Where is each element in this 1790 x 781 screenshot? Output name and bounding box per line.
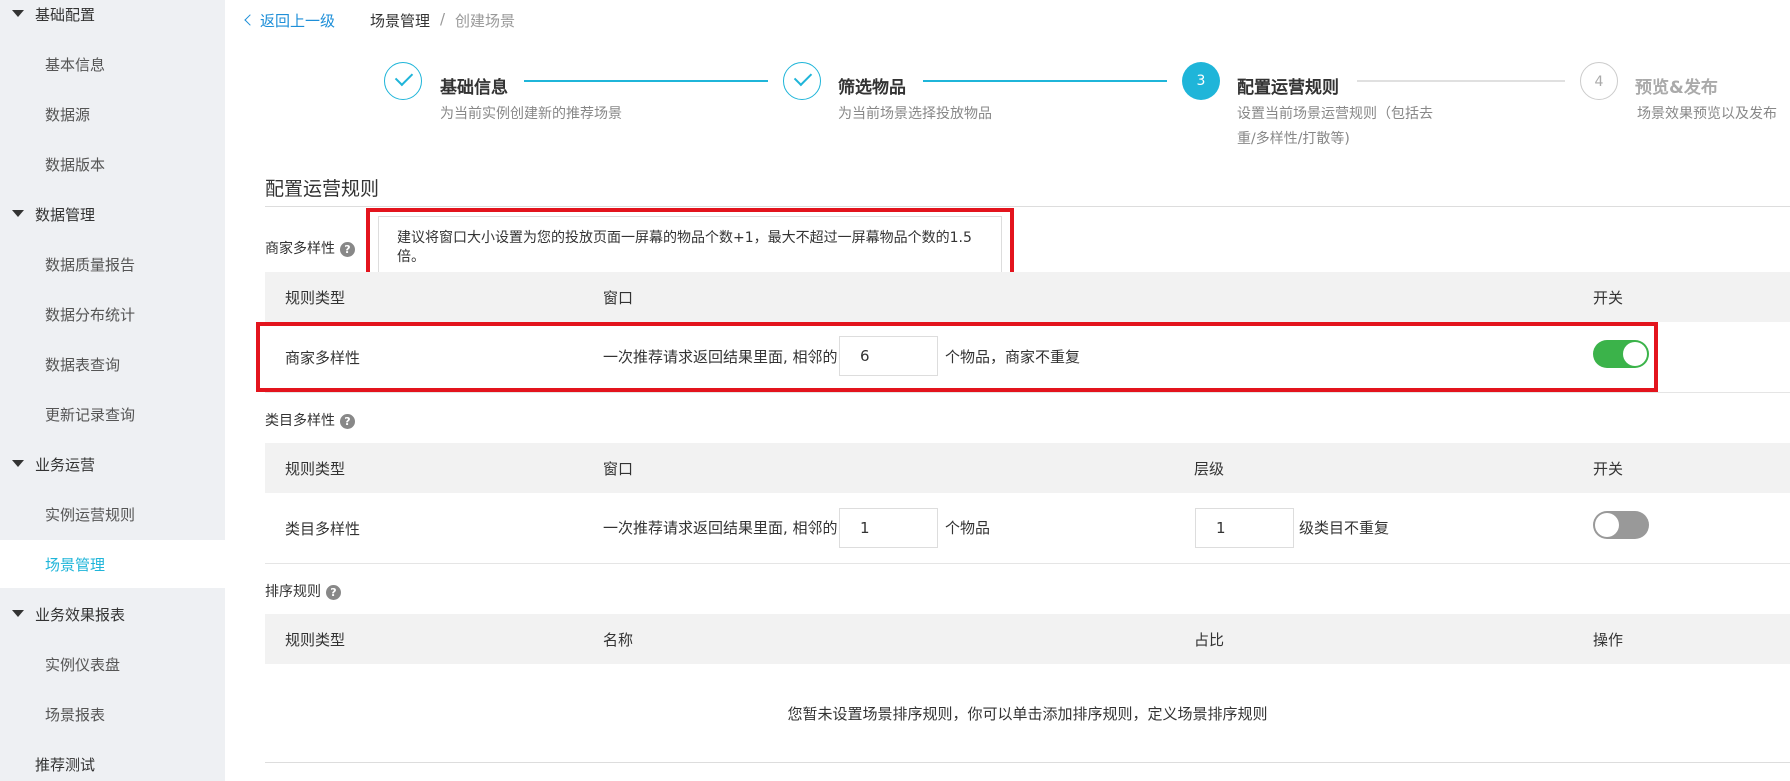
sidebar-group-effect-reports[interactable]: 业务效果报表 [0,600,225,630]
sidebar-item-data-quality[interactable]: 数据质量报告 [0,242,225,286]
column-header-level: 层级 [1194,460,1225,478]
step-3-desc-line1: 设置当前场景运营规则（包括去 [1237,106,1433,122]
category-window-input[interactable] [839,508,938,548]
step-1-done-check-icon [384,62,422,100]
expand-triangle-icon [12,210,24,217]
sidebar-item-scene-management[interactable]: 场景管理 [0,540,225,588]
sidebar-item-data-source[interactable]: 数据源 [0,92,225,136]
sidebar-group-basic-config[interactable]: 基础配置 [0,0,225,30]
section-title: 配置运营规则 [265,178,380,200]
breadcrumb-scene-management[interactable]: 场景管理 [370,10,430,31]
section-divider [265,206,1790,207]
rule-type: 类目多样性 [285,520,361,538]
column-header-window: 窗口 [603,289,634,307]
column-header-rule-type: 规则类型 [285,289,346,307]
window-prefix-text: 一次推荐请求返回结果里面, 相邻的 [603,348,838,366]
step-3-desc-line2: 重/多样性/打散等) [1237,131,1350,147]
window-prefix-text: 一次推荐请求返回结果里面, 相邻的 [603,519,838,537]
merchant-diversity-label: 商家多样性? [265,238,355,258]
category-diversity-label: 类目多样性? [265,410,355,430]
column-header-switch: 开关 [1593,460,1624,478]
step-2-title: 筛选物品 [838,78,906,98]
help-icon[interactable]: ? [340,414,355,429]
merchant-diversity-toggle[interactable] [1593,340,1649,368]
merchant-window-input[interactable] [839,336,938,376]
sidebar-group-business-ops[interactable]: 业务运营 [0,450,225,480]
sidebar-item-recommend-test[interactable]: 推荐测试 [35,754,95,775]
chevron-left-icon [244,14,256,26]
merchant-rule-row: 商家多样性 一次推荐请求返回结果里面, 相邻的 个物品，商家不重复 [265,322,1790,393]
step-1-desc: 为当前实例创建新的推荐场景 [440,106,622,122]
column-header-name: 名称 [603,631,634,649]
merchant-table-header: 规则类型 窗口 开关 [265,272,1790,322]
sidebar-item-data-distribution[interactable]: 数据分布统计 [0,292,225,336]
breadcrumb-separator: / [440,10,446,28]
table-bottom-divider [265,762,1790,763]
expand-triangle-icon [12,460,24,467]
sidebar-item-update-log[interactable]: 更新记录查询 [0,392,225,436]
step-4-desc: 场景效果预览以及发布 [1637,106,1777,122]
step-4-title: 预览&发布 [1635,78,1718,98]
help-icon[interactable]: ? [340,242,355,257]
column-header-window: 窗口 [603,460,634,478]
level-suffix-text: 级类目不重复 [1299,519,1390,537]
step-3-number: 3 [1182,62,1220,100]
sidebar: 基础配置 基本信息 数据源 数据版本 数据管理 数据质量报告 数据分布统计 数据… [0,0,225,781]
column-header-rule-type: 规则类型 [285,460,346,478]
step-connector-1 [524,80,768,82]
sidebar-item-scene-report[interactable]: 场景报表 [0,692,225,736]
step-connector-2 [923,80,1167,82]
step-2-done-check-icon [783,62,821,100]
breadcrumb-current: 创建场景 [455,12,516,30]
sidebar-item-data-version[interactable]: 数据版本 [0,142,225,186]
category-table-header: 规则类型 窗口 层级 开关 [265,443,1790,493]
window-size-tooltip: 建议将窗口大小设置为您的投放页面一屏幕的物品个数+1，最大不超过一屏幕物品个数的… [378,216,1002,276]
sidebar-item-instance-rules[interactable]: 实例运营规则 [0,492,225,536]
sidebar-group-data-management[interactable]: 数据管理 [0,200,225,230]
column-header-rule-type: 规则类型 [285,631,346,649]
sidebar-item-table-query[interactable]: 数据表查询 [0,342,225,386]
column-header-action: 操作 [1593,631,1624,649]
sort-table-header: 规则类型 名称 占比 操作 [265,614,1790,664]
rule-type: 商家多样性 [285,349,361,367]
back-link[interactable]: 返回上一级 [244,10,335,31]
column-header-switch: 开关 [1593,289,1624,307]
step-4-number: 4 [1580,62,1618,100]
sort-rules-empty-message: 您暂未设置场景排序规则，你可以单击添加排序规则，定义场景排序规则 [787,705,1268,723]
window-suffix-text: 个物品 [945,519,991,537]
step-2-desc: 为当前场景选择投放物品 [838,106,992,122]
column-header-ratio: 占比 [1194,631,1225,649]
window-suffix-text: 个物品，商家不重复 [945,348,1081,366]
category-diversity-toggle[interactable] [1593,511,1649,539]
sidebar-item-basic-info[interactable]: 基本信息 [0,42,225,86]
category-level-input[interactable] [1195,508,1294,548]
help-icon[interactable]: ? [326,585,341,600]
expand-triangle-icon [12,10,24,17]
expand-triangle-icon [12,610,24,617]
sidebar-item-instance-dashboard[interactable]: 实例仪表盘 [0,642,225,686]
category-rule-row: 类目多样性 一次推荐请求返回结果里面, 相邻的 个物品 级类目不重复 [265,493,1790,564]
step-3-title: 配置运营规则 [1237,78,1339,98]
sort-rules-label: 排序规则? [265,581,341,601]
step-connector-3 [1357,80,1565,82]
step-1-title: 基础信息 [440,78,508,98]
